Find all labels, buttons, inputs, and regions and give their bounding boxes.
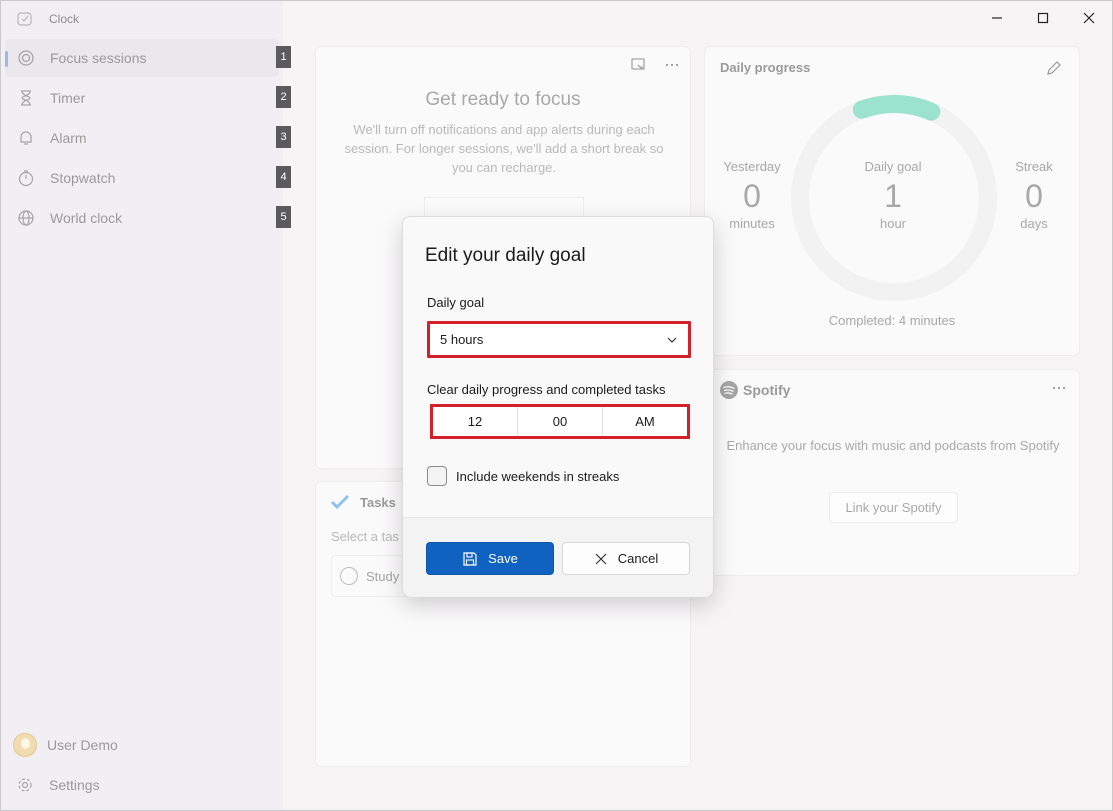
save-icon	[463, 551, 477, 566]
goal-unit: hour	[879, 216, 907, 231]
maximize-button[interactable]	[1020, 1, 1066, 35]
goal-stat: Daily goal 1 hour	[843, 159, 943, 231]
minimize-icon	[992, 17, 1002, 19]
sidebar-item-label: Stopwatch	[50, 170, 116, 186]
shortcut-badge: 4	[276, 166, 291, 188]
weekends-option[interactable]: Include weekends in streaks	[427, 466, 619, 486]
shortcut-badge: 3	[276, 126, 291, 148]
focus-description: We'll turn off notifications and app ale…	[344, 122, 664, 175]
spotify-description: Enhance your focus with music and podcas…	[726, 438, 1060, 453]
app-title-bar: Clock	[17, 11, 79, 27]
sidebar-item-settings[interactable]: Settings	[17, 777, 100, 793]
spotify-brand: Spotify	[719, 380, 790, 400]
daily-goal-value: 5 hours	[440, 332, 484, 347]
gear-icon	[18, 778, 32, 792]
more-options-icon[interactable]	[1051, 380, 1067, 396]
dialog-footer: Save Cancel	[403, 517, 713, 597]
sidebar-item-stopwatch[interactable]: Stopwatch 4	[5, 159, 291, 197]
tasks-header: Tasks	[330, 494, 396, 510]
dialog-title: Edit your daily goal	[425, 245, 586, 266]
close-button[interactable]	[1066, 1, 1112, 35]
spotify-card: Spotify Enhance your focus with music an…	[704, 369, 1080, 576]
goal-label: Daily goal	[864, 159, 922, 174]
edit-icon[interactable]	[1045, 59, 1063, 77]
task-complete-toggle[interactable]	[340, 567, 358, 585]
tasks-subtitle: Select a tas	[331, 529, 399, 544]
user-name: User Demo	[47, 737, 118, 753]
spotify-name: Spotify	[743, 382, 791, 398]
avatar	[13, 733, 37, 757]
settings-label: Settings	[49, 777, 100, 793]
yesterday-unit: minutes	[729, 216, 775, 231]
progress-title: Daily progress	[720, 60, 811, 75]
focus-title: Get ready to focus	[425, 89, 581, 110]
cancel-label: Cancel	[617, 551, 659, 566]
spotify-logo-icon	[720, 381, 738, 399]
minimize-button[interactable]	[974, 1, 1020, 35]
period-field[interactable]: AM	[603, 407, 687, 436]
streak-stat: Streak 0 days	[1003, 159, 1065, 231]
weekends-checkbox[interactable]	[427, 466, 447, 486]
minute-field[interactable]: 00	[518, 407, 603, 436]
close-icon	[595, 553, 607, 564]
hour-field[interactable]: 12	[433, 407, 518, 436]
sidebar-item-label: Alarm	[50, 130, 87, 146]
duration-stepper[interactable]	[424, 197, 584, 217]
checkmark-icon	[330, 494, 350, 510]
weekends-label: Include weekends in streaks	[456, 468, 620, 484]
shortcut-badge: 5	[276, 206, 291, 228]
sidebar-item-alarm[interactable]: Alarm 3	[5, 119, 291, 157]
focus-actions	[630, 57, 680, 73]
sidebar-item-timer[interactable]: Timer 2	[5, 79, 291, 117]
sidebar-item-focus-sessions[interactable]: Focus sessions 1	[5, 39, 291, 77]
yesterday-value: 0	[743, 178, 761, 214]
bell-icon	[20, 131, 32, 145]
sidebar-item-label: Focus sessions	[50, 50, 147, 66]
daily-progress-card: Daily progress Yesterday 0 minutes Daily…	[704, 46, 1080, 356]
stopwatch-icon	[18, 170, 34, 187]
task-label: Study	[366, 568, 400, 584]
clock-app-icon	[17, 12, 32, 26]
streak-value: 0	[1025, 178, 1043, 214]
close-icon	[1083, 12, 1095, 24]
sidebar-item-label: Timer	[50, 90, 86, 106]
sidebar-item-world-clock[interactable]: World clock 5	[5, 199, 291, 237]
nav-list: Focus sessions 1 Timer 2 Alarm 3 Stopwat…	[5, 39, 291, 239]
app-title: Clock	[49, 12, 80, 26]
chevron-down-icon	[667, 337, 677, 343]
completed-text: Completed: 4 minutes	[828, 313, 956, 328]
user-account[interactable]: User Demo	[13, 733, 118, 757]
tasks-title: Tasks	[360, 494, 396, 510]
compact-overlay-icon[interactable]	[630, 57, 646, 73]
cancel-button[interactable]: Cancel	[562, 542, 690, 575]
focus-icon	[18, 50, 34, 66]
sidebar-item-label: World clock	[50, 210, 123, 226]
reset-time-picker[interactable]: 12 00 AM	[430, 404, 690, 439]
shortcut-badge: 1	[276, 46, 291, 68]
daily-goal-select[interactable]: 5 hours	[427, 321, 691, 358]
yesterday-stat: Yesterday 0 minutes	[719, 159, 785, 231]
shortcut-badge: 2	[276, 86, 291, 108]
yesterday-label: Yesterday	[723, 159, 781, 174]
daily-goal-label: Daily goal	[427, 295, 485, 310]
clear-progress-label: Clear daily progress and completed tasks	[427, 382, 666, 397]
save-label: Save	[488, 551, 518, 566]
hourglass-icon	[21, 90, 31, 106]
globe-icon	[18, 210, 34, 226]
more-options-icon[interactable]	[664, 57, 680, 73]
link-spotify-button[interactable]: Link your Spotify	[829, 492, 958, 523]
goal-value: 1	[884, 178, 902, 214]
streak-label: Streak	[1015, 159, 1053, 174]
edit-daily-goal-dialog: Edit your daily goal Daily goal 5 hours …	[402, 216, 714, 597]
clock-window: Clock Focus sessions 1 Timer 2 Alarm 3 S…	[0, 0, 1113, 811]
maximize-icon	[1037, 12, 1049, 24]
sidebar: Clock Focus sessions 1 Timer 2 Alarm 3 S…	[1, 1, 291, 810]
save-button[interactable]: Save	[426, 542, 554, 575]
streak-unit: days	[1020, 216, 1048, 231]
window-controls	[974, 1, 1112, 35]
